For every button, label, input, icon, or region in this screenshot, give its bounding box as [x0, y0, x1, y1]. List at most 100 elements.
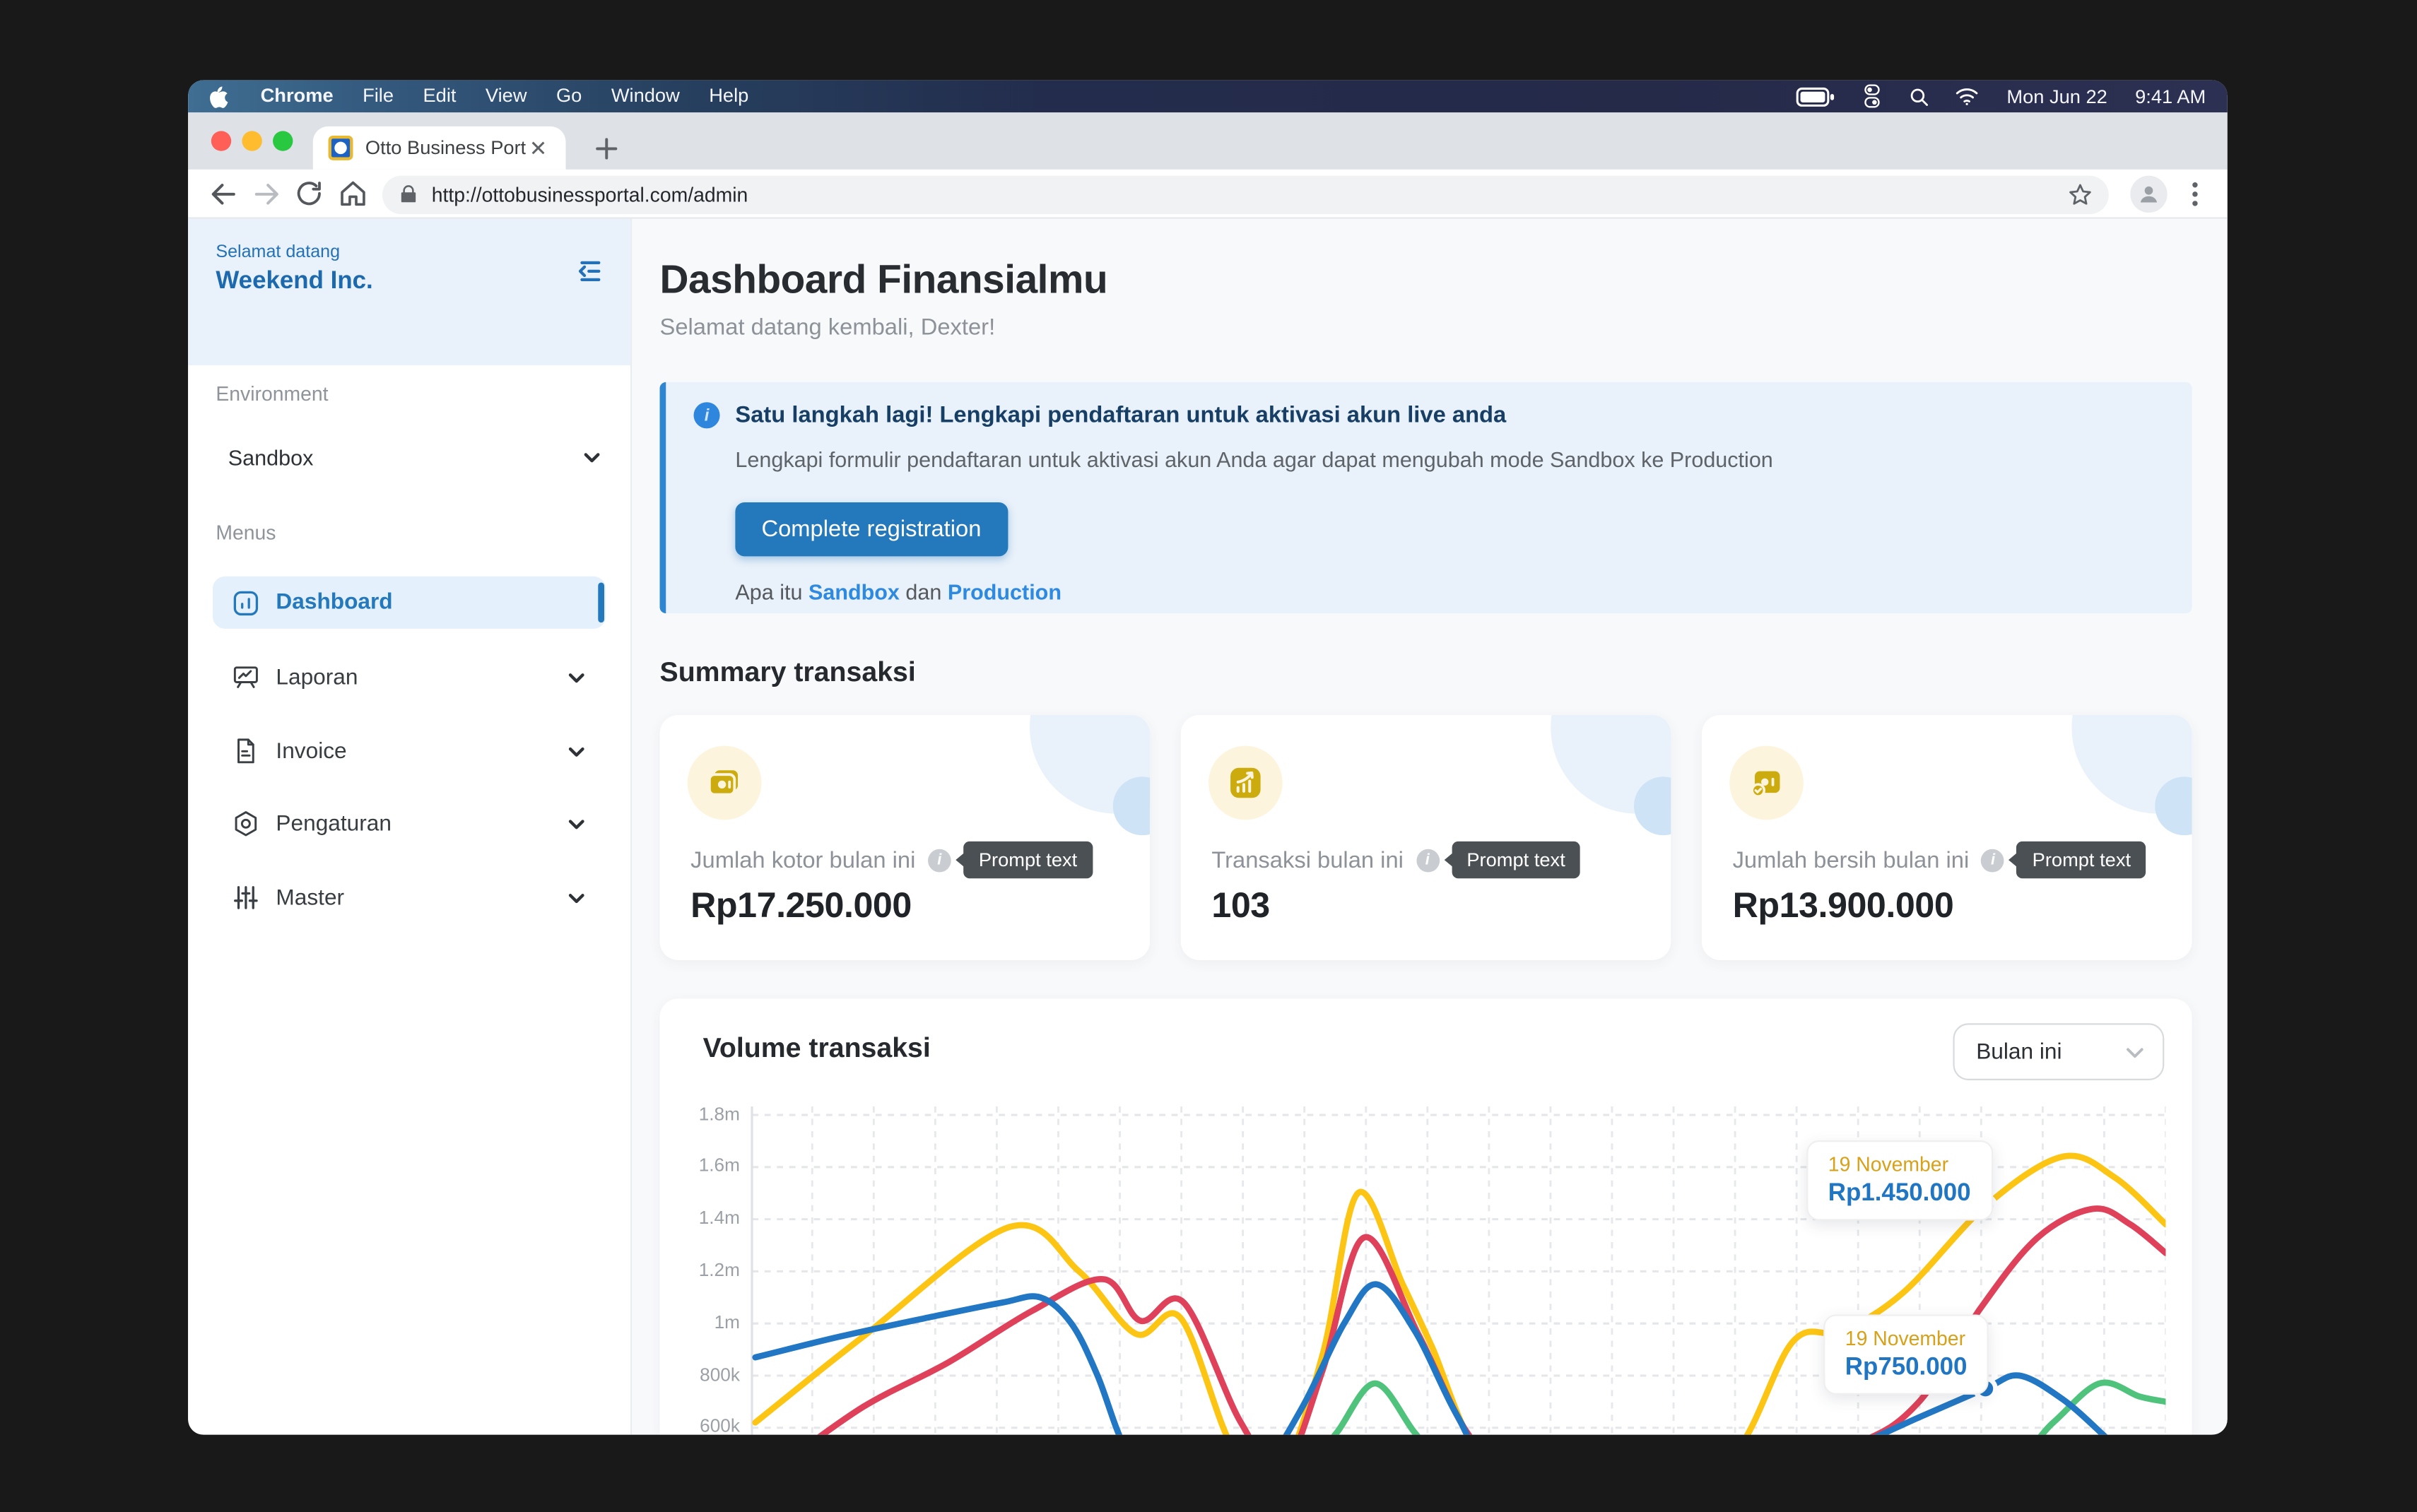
y-axis-label: 1.4m: [672, 1207, 740, 1229]
macos-menu-bar: Chrome File Edit View Go Window Help: [188, 80, 2228, 112]
environment-label: Environment: [216, 382, 328, 406]
card-label: Jumlah kotor bulan ini: [690, 847, 915, 873]
back-icon[interactable]: [208, 179, 239, 210]
tooltip-date: 19 November: [1828, 1152, 1971, 1176]
prompt-tooltip: Prompt text: [963, 841, 1093, 878]
sandbox-link[interactable]: Sandbox: [808, 579, 900, 604]
site-favicon: [329, 136, 353, 160]
sidebar-item-laporan[interactable]: Laporan: [213, 641, 606, 714]
period-dropdown[interactable]: Bulan ini: [1953, 1023, 2164, 1080]
menu-item-go[interactable]: Go: [556, 80, 582, 112]
menu-item-file[interactable]: File: [363, 80, 394, 112]
home-icon[interactable]: [338, 179, 369, 210]
banner-body: Lengkapi formulir pendaftaran untuk akti…: [735, 447, 1772, 472]
volume-chart-card: Volume transaksi Bulan ini 1.8m 1.6m 1.4m 1…: [660, 998, 2192, 1434]
settings-nut-icon: [231, 809, 260, 838]
sidebar-item-label: Master: [276, 885, 565, 910]
menu-item-chrome[interactable]: Chrome: [261, 80, 334, 112]
url-text[interactable]: http://ottobusinessportal.com/admin: [432, 182, 2067, 206]
links-prefix: Apa itu: [735, 579, 802, 604]
menus-label: Menus: [216, 521, 276, 544]
sidebar-welcome-block: Selamat datang Weekend Inc.: [188, 219, 630, 365]
chart-tooltip: 19 November Rp750.000: [1823, 1314, 1989, 1394]
sidebar-item-pengaturan[interactable]: Pengaturan: [213, 788, 606, 861]
spotlight-search-icon[interactable]: [1908, 85, 1930, 107]
card-label: Jumlah bersih bulan ini: [1733, 847, 1970, 873]
environment-select[interactable]: Sandbox: [216, 432, 602, 484]
chart-title: Volume transaksi: [703, 1032, 931, 1065]
chevron-down-icon: [565, 666, 587, 688]
chevron-down-icon: [565, 740, 587, 762]
info-icon: i: [694, 402, 720, 428]
address-bar[interactable]: http://ottobusinessportal.com/admin: [382, 175, 2109, 214]
window-minimize-button[interactable]: [242, 131, 261, 150]
browser-toolbar: http://ottobusinessportal.com/admin: [188, 170, 2228, 219]
y-axis-label: 1.2m: [672, 1259, 740, 1281]
reload-icon[interactable]: [295, 179, 326, 210]
forward-icon[interactable]: [252, 179, 283, 210]
banner-links: Apa itu Sandbox dan Production: [735, 579, 1062, 604]
tooltip-amount: Rp750.000: [1845, 1354, 1968, 1382]
active-indicator: [598, 582, 604, 622]
report-board-icon: [231, 663, 260, 692]
invoice-document-icon: [231, 737, 260, 766]
page-title: Dashboard Finansialmu: [660, 256, 1108, 304]
mac-screen: Chrome File Edit View Go Window Help: [188, 80, 2228, 1434]
menu-item-help[interactable]: Help: [709, 80, 748, 112]
y-axis-label: 800k: [672, 1364, 740, 1386]
profile-icon[interactable]: [2130, 176, 2167, 213]
chevron-down-icon: [565, 887, 587, 909]
sidebar-collapse-icon[interactable]: [575, 256, 606, 287]
production-link[interactable]: Production: [948, 579, 1062, 604]
browser-tab[interactable]: Otto Business Portal ✕: [313, 126, 566, 170]
summary-card-net: Jumlah bersih bulan ini i Prompt text Rp…: [1702, 715, 2192, 960]
summary-card-gross: Jumlah kotor bulan ini i Prompt text Rp1…: [660, 715, 1151, 960]
banner-accent-bar: [660, 382, 666, 613]
window-close-button[interactable]: [211, 131, 231, 150]
browser-menu-icon[interactable]: [2182, 177, 2210, 211]
banknote-icon: [688, 746, 762, 820]
sidebar-item-dashboard[interactable]: Dashboard: [213, 577, 606, 629]
info-icon[interactable]: i: [1982, 849, 2005, 872]
chevron-down-icon: [581, 447, 603, 469]
sidebar-item-label: Invoice: [276, 739, 565, 764]
y-axis-label: 1.6m: [672, 1154, 740, 1176]
sidebar-item-invoice[interactable]: Invoice: [213, 715, 606, 788]
menu-item-edit[interactable]: Edit: [423, 80, 456, 112]
prompt-tooltip: Prompt text: [2017, 841, 2146, 878]
menu-item-view[interactable]: View: [486, 80, 527, 112]
tab-close-icon[interactable]: ✕: [526, 136, 550, 160]
y-axis-label: 1.8m: [672, 1103, 740, 1125]
company-name: Weekend Inc.: [216, 268, 372, 296]
window-zoom-button[interactable]: [273, 131, 293, 150]
info-icon[interactable]: i: [1416, 849, 1439, 872]
menu-item-window[interactable]: Window: [611, 80, 680, 112]
summary-heading: Summary transaksi: [660, 656, 916, 689]
summary-card-transactions: Transaksi bulan ini i Prompt text 103: [1181, 715, 1671, 960]
sidebar-item-label: Laporan: [276, 665, 565, 690]
chart-tooltip: 19 November Rp1.450.000: [1806, 1140, 1992, 1220]
apple-icon[interactable]: [210, 84, 232, 109]
chart-growth-icon: [1208, 746, 1283, 820]
wallet-check-icon: [1729, 746, 1804, 820]
card-value: Rp13.900.000: [1733, 885, 1954, 926]
status-time[interactable]: 9:41 AM: [2135, 85, 2206, 107]
y-axis-label: 1m: [672, 1311, 740, 1333]
bookmark-star-icon[interactable]: [2067, 181, 2093, 207]
new-tab-button[interactable]: [590, 133, 621, 164]
page-subtitle: Selamat datang kembali, Dexter!: [660, 314, 996, 341]
sidebar-item-label: Pengaturan: [276, 811, 565, 836]
display-toggles-icon[interactable]: [1860, 83, 1883, 110]
dashboard-icon: [231, 588, 260, 617]
sidebar-item-master[interactable]: Master: [213, 861, 606, 934]
battery-icon[interactable]: [1796, 85, 1836, 107]
lock-icon[interactable]: [398, 184, 420, 206]
status-date[interactable]: Mon Jun 22: [2006, 85, 2107, 107]
complete-registration-button[interactable]: Complete registration: [735, 502, 1007, 556]
tooltip-date: 19 November: [1845, 1327, 1968, 1350]
environment-value: Sandbox: [228, 445, 581, 470]
info-icon[interactable]: i: [928, 849, 951, 872]
period-value: Bulan ini: [1976, 1039, 2122, 1064]
welcome-label: Selamat datang: [216, 244, 340, 262]
wifi-icon[interactable]: [1954, 86, 1979, 106]
